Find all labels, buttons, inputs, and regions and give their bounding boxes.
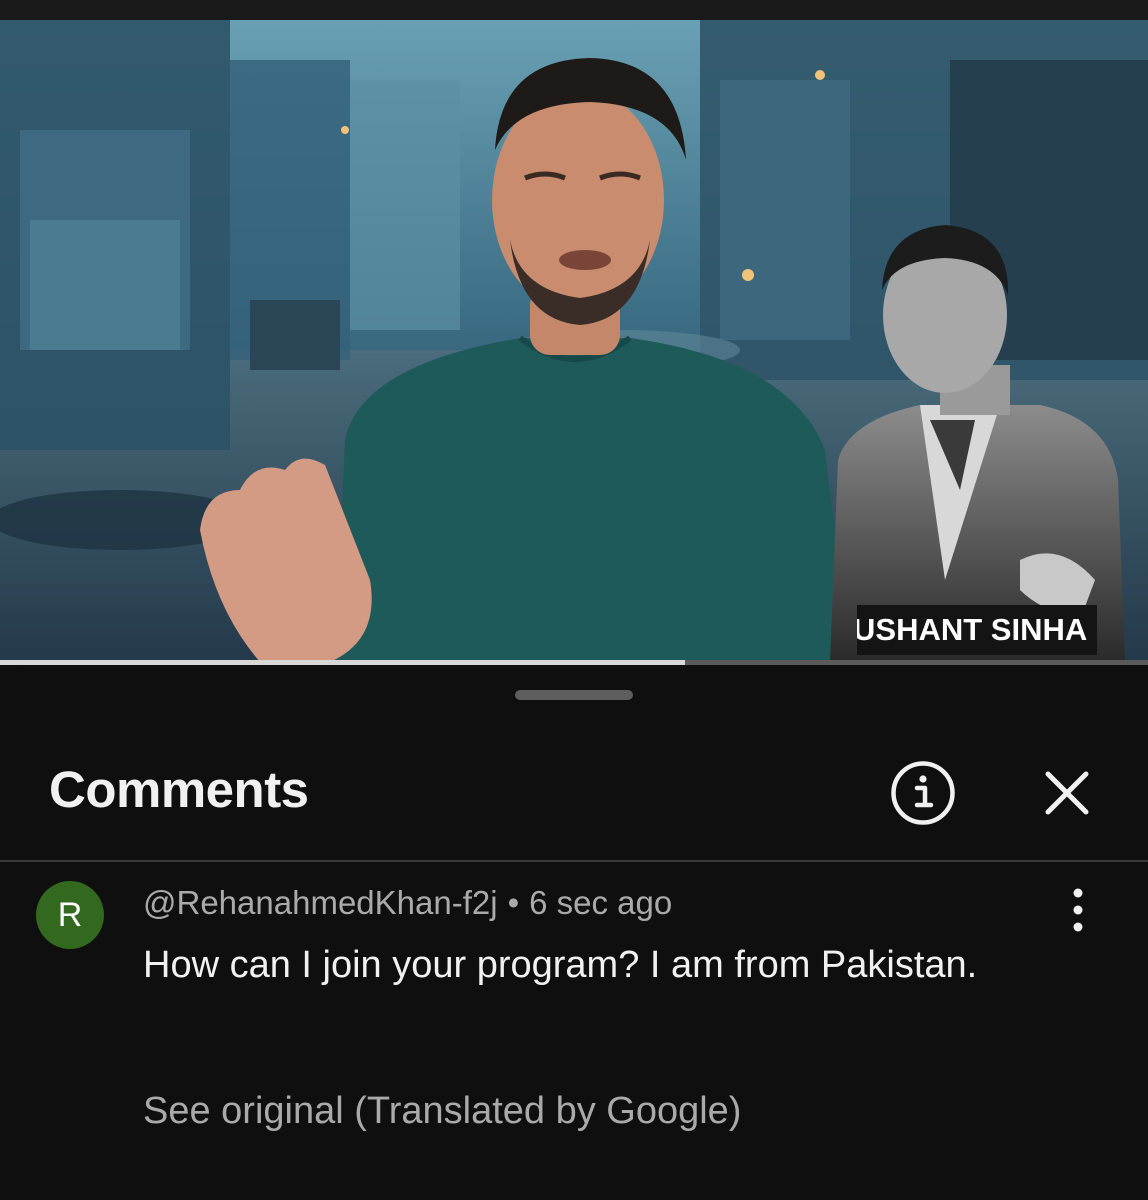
comment-item: R @RehanahmedKhan-f2j • 6 sec ago How can …	[0, 862, 1148, 1200]
close-button[interactable]	[1034, 760, 1100, 826]
close-x-icon	[1045, 771, 1089, 815]
status-strip	[0, 0, 1148, 20]
comment-text: How can I join your program? I am from P…	[143, 944, 978, 986]
comments-sheet: Comments R @RehanahmedKhan-f2j • 6 sec ago	[0, 668, 1148, 1200]
see-original-link[interactable]: See original (Translated by Google)	[143, 1090, 741, 1133]
drag-handle[interactable]	[515, 690, 633, 700]
avatar[interactable]: R	[36, 881, 104, 949]
video-progress-fill	[0, 660, 686, 665]
info-button[interactable]	[890, 760, 956, 826]
guest-name-lower-third: USHANT SINHA	[857, 605, 1097, 655]
video-frame	[0, 20, 1148, 662]
video-progress-bar[interactable]	[0, 660, 1148, 665]
guest-name-text: USHANT SINHA	[857, 612, 1088, 647]
comment-more-button[interactable]	[1058, 886, 1098, 934]
comment-timestamp: 6 sec ago	[529, 884, 673, 921]
info-circle-icon	[891, 761, 955, 825]
comment-author[interactable]: @RehanahmedKhan-f2j	[143, 884, 498, 921]
meta-separator: •	[507, 884, 520, 921]
more-vertical-icon	[1073, 888, 1083, 932]
comment-meta: @RehanahmedKhan-f2j • 6 sec ago	[143, 884, 672, 922]
comments-title: Comments	[49, 761, 309, 818]
avatar-letter: R	[57, 895, 83, 934]
video-player[interactable]: USHANT SINHA	[0, 20, 1148, 662]
